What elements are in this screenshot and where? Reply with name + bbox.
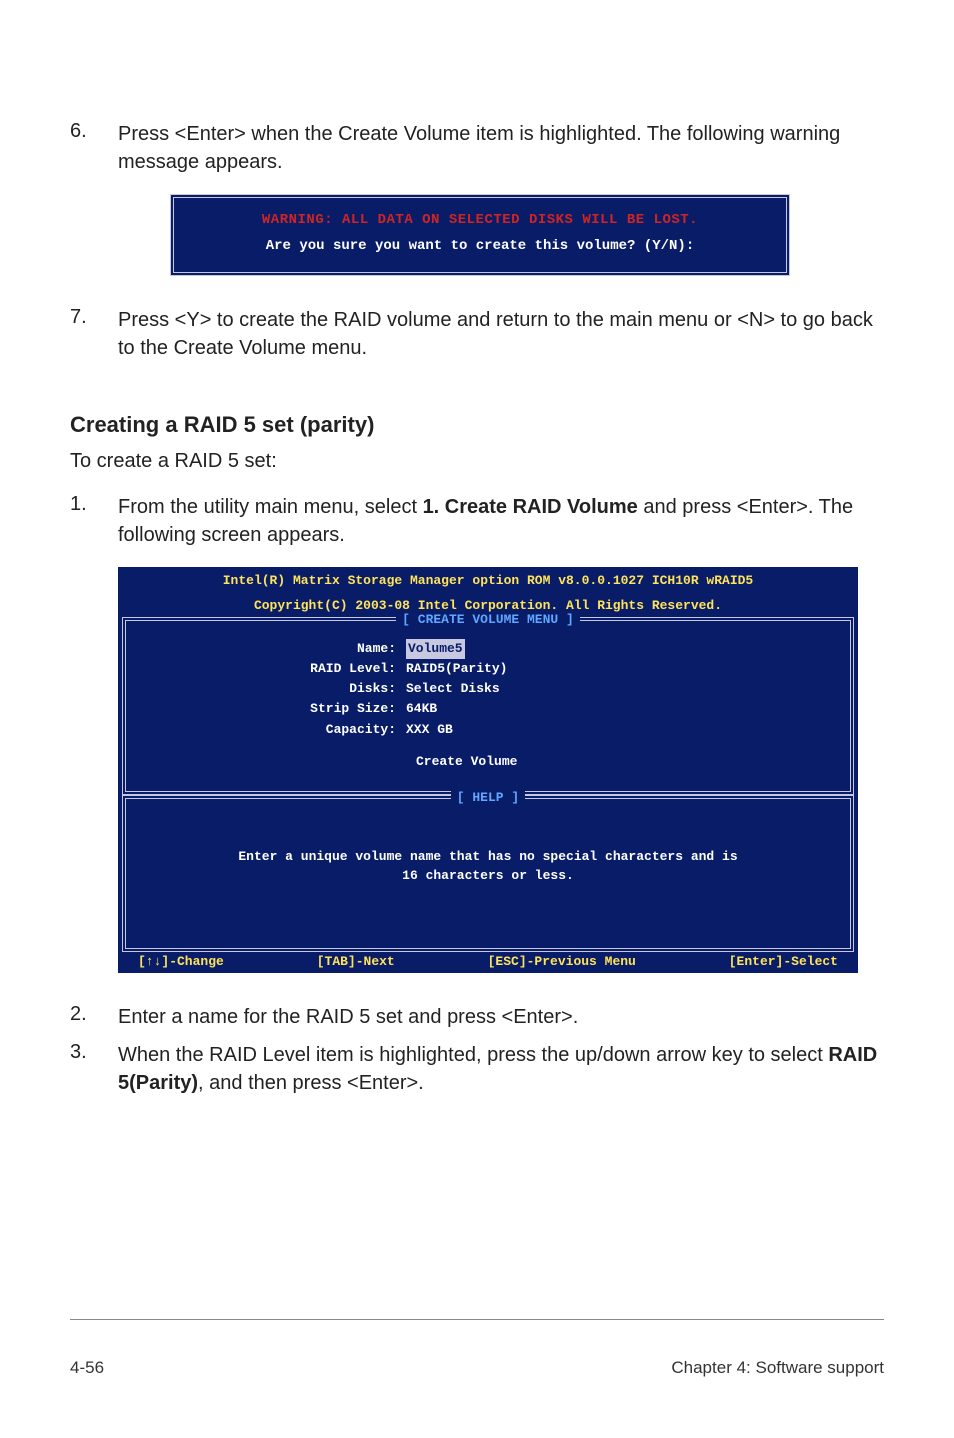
field-raid-value[interactable]: RAID5(Parity) [406,659,507,679]
field-strip-label: Strip Size: [126,699,406,719]
bios-footer: [↑↓]-Change [TAB]-Next [ESC]-Previous Me… [118,952,858,973]
field-disks-label: Disks: [126,679,406,699]
field-name: Name: Volume5 [126,639,850,659]
step-text: Press <Y> to create the RAID volume and … [118,306,884,362]
field-capacity-value[interactable]: XXX GB [406,720,453,740]
step3-part-c: , and then press <Enter>. [198,1072,424,1094]
hint-select: [Enter]-Select [729,954,838,969]
step-text: Enter a name for the RAID 5 set and pres… [118,1003,884,1031]
hint-next: [TAB]-Next [317,954,395,969]
hint-change: [↑↓]-Change [138,954,224,969]
page-content: 6. Press <Enter> when the Create Volume … [70,120,884,1319]
field-strip-size: Strip Size: 64KB [126,699,850,719]
step-1: 1. From the utility main menu, select 1.… [70,493,884,549]
field-capacity: Capacity: XXX GB [126,720,850,740]
step-number: 3. [70,1041,118,1097]
field-raid-label: RAID Level: [126,659,406,679]
bios-screen: Intel(R) Matrix Storage Manager option R… [118,567,858,973]
page-footer: 4-56 Chapter 4: Software support [70,1328,884,1378]
step-number: 1. [70,493,118,549]
warning-terminal: WARNING: ALL DATA ON SELECTED DISKS WILL… [170,194,790,276]
hint-previous: [ESC]-Previous Menu [488,954,636,969]
step-6: 6. Press <Enter> when the Create Volume … [70,120,884,176]
bios-header-1: Intel(R) Matrix Storage Manager option R… [118,567,858,592]
step1-bold: 1. Create RAID Volume [423,496,638,518]
field-name-label: Name: [126,639,406,659]
chapter-label: Chapter 4: Software support [671,1358,884,1378]
field-raid-level: RAID Level: RAID5(Parity) [126,659,850,679]
step3-part-a: When the RAID Level item is highlighted,… [118,1044,828,1066]
step-7: 7. Press <Y> to create the RAID volume a… [70,306,884,362]
step-number: 2. [70,1003,118,1031]
field-strip-value[interactable]: 64KB [406,699,437,719]
create-volume-panel-title: [ CREATE VOLUME MENU ] [126,612,850,627]
warning-terminal-wrap: WARNING: ALL DATA ON SELECTED DISKS WILL… [170,194,884,276]
step-2: 2. Enter a name for the RAID 5 set and p… [70,1003,884,1031]
field-capacity-label: Capacity: [126,720,406,740]
field-name-value[interactable]: Volume5 [406,639,465,659]
help-panel-title: [ HELP ] [126,790,850,805]
create-volume-panel: [ CREATE VOLUME MENU ] Name: Volume5 RAI… [122,617,854,795]
step-text: When the RAID Level item is highlighted,… [118,1041,884,1097]
help-panel: [ HELP ] Enter a unique volume name that… [122,795,854,952]
bios-wrap: Intel(R) Matrix Storage Manager option R… [118,567,884,973]
step-number: 7. [70,306,118,362]
warning-line-2: Are you sure you want to create this vol… [194,238,766,254]
field-disks-value[interactable]: Select Disks [406,679,500,699]
page-number: 4-56 [70,1358,104,1378]
field-disks: Disks: Select Disks [126,679,850,699]
help-message: Enter a unique volume name that has no s… [126,817,850,926]
create-volume-action[interactable]: Create Volume [126,754,850,769]
step-3: 3. When the RAID Level item is highlight… [70,1041,884,1097]
step-text: Press <Enter> when the Create Volume ite… [118,120,884,176]
footer-rule [70,1319,884,1320]
step1-part-a: From the utility main menu, select [118,496,423,518]
page-footer-block: 4-56 Chapter 4: Software support [70,1319,884,1378]
step-number: 6. [70,120,118,176]
step-text: From the utility main menu, select 1. Cr… [118,493,884,549]
section-lead: To create a RAID 5 set: [70,450,884,473]
warning-line-1: WARNING: ALL DATA ON SELECTED DISKS WILL… [194,212,766,228]
section-heading: Creating a RAID 5 set (parity) [70,412,884,438]
